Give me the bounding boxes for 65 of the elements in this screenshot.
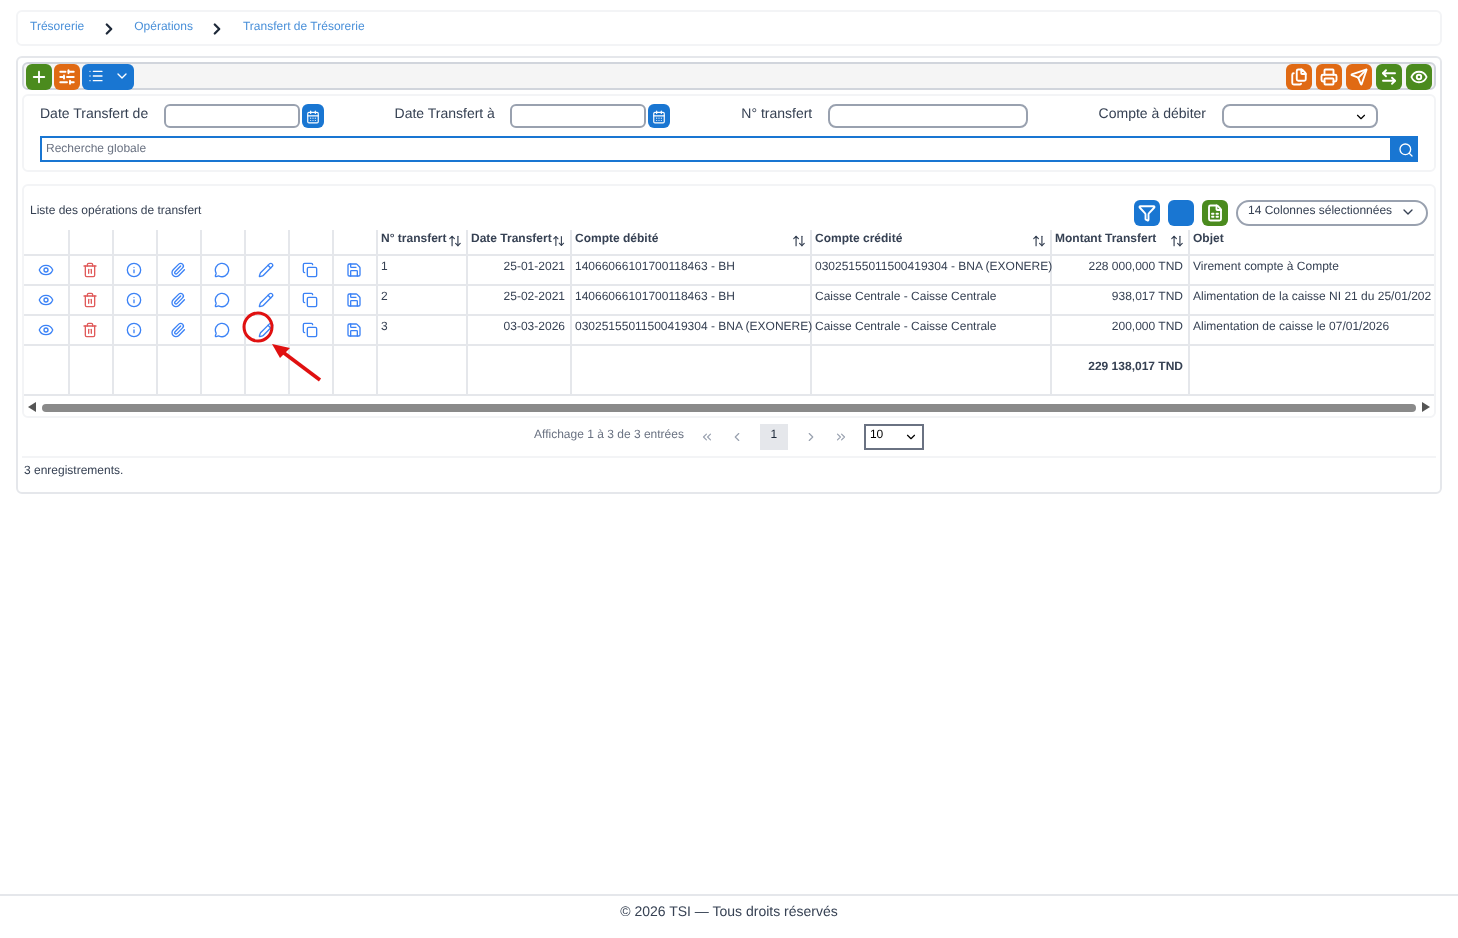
chevron-down-icon [113, 68, 129, 84]
sort-icon[interactable] [1031, 234, 1045, 249]
calendar-icon [306, 109, 321, 123]
add-button[interactable] [26, 63, 52, 89]
view-icon[interactable] [37, 291, 54, 307]
plus-icon [30, 67, 48, 85]
delete-icon[interactable] [82, 321, 98, 337]
edit-icon[interactable] [258, 261, 274, 277]
chevron-down-icon [1354, 109, 1368, 123]
scroll-left-icon[interactable] [28, 402, 36, 412]
calendar-icon [652, 109, 667, 123]
chevron-down-icon [1400, 204, 1416, 220]
filter-icon [1138, 203, 1156, 221]
save-icon[interactable] [346, 291, 362, 307]
sort-icon[interactable] [551, 234, 565, 249]
sliders-icon [58, 67, 76, 85]
print-button[interactable] [1316, 63, 1342, 89]
scroll-right-icon[interactable] [1422, 402, 1430, 412]
copy-icon[interactable] [302, 261, 318, 277]
files-button[interactable] [1286, 63, 1312, 89]
printer-icon [1320, 67, 1338, 85]
send-icon [1350, 67, 1368, 85]
list-icon [87, 68, 103, 84]
previous-page-icon[interactable] [729, 429, 744, 443]
filter-button[interactable] [1134, 199, 1160, 225]
blank-button[interactable] [1168, 199, 1194, 225]
save-icon[interactable] [346, 261, 362, 277]
date-field[interactable] [510, 104, 647, 128]
sort-icon[interactable] [447, 234, 461, 249]
send-button[interactable] [1346, 63, 1372, 89]
transfer-button[interactable] [1376, 63, 1402, 89]
text-field[interactable] [828, 104, 1029, 128]
view-icon[interactable] [37, 321, 54, 337]
sort-icon[interactable] [1169, 234, 1183, 249]
first-page-icon[interactable] [699, 429, 714, 443]
delete-icon[interactable] [82, 261, 98, 277]
copy-icon[interactable] [302, 291, 318, 307]
last-page-icon[interactable] [833, 429, 848, 443]
view-icon[interactable] [37, 261, 54, 277]
spreadsheet-icon [1206, 203, 1224, 221]
edit-icon[interactable] [258, 291, 274, 307]
copy-icon[interactable] [302, 321, 318, 337]
info-icon[interactable] [126, 291, 142, 307]
delete-icon[interactable] [82, 291, 98, 307]
files-icon [1290, 67, 1308, 85]
select-field[interactable] [1222, 104, 1378, 128]
info-icon[interactable] [126, 261, 142, 277]
info-icon[interactable] [126, 321, 142, 337]
search-button[interactable] [1392, 136, 1418, 162]
horizontal-scrollbar[interactable] [24, 399, 1434, 415]
arrows-icon [1380, 67, 1398, 85]
preview-button[interactable] [1406, 63, 1432, 89]
eye-icon [1410, 67, 1428, 85]
date-field[interactable] [164, 104, 301, 128]
save-icon[interactable] [346, 321, 362, 337]
next-page-icon[interactable] [803, 429, 818, 443]
chevron-down-icon [903, 429, 918, 443]
settings-button[interactable] [54, 63, 80, 89]
search-icon [1397, 141, 1413, 157]
excel-button[interactable] [1202, 199, 1228, 225]
sort-icon[interactable] [791, 234, 805, 249]
calendar-button[interactable] [648, 104, 671, 128]
edit-icon[interactable] [258, 321, 274, 337]
view-dropdown-button[interactable] [82, 63, 134, 89]
calendar-button[interactable] [302, 104, 325, 128]
